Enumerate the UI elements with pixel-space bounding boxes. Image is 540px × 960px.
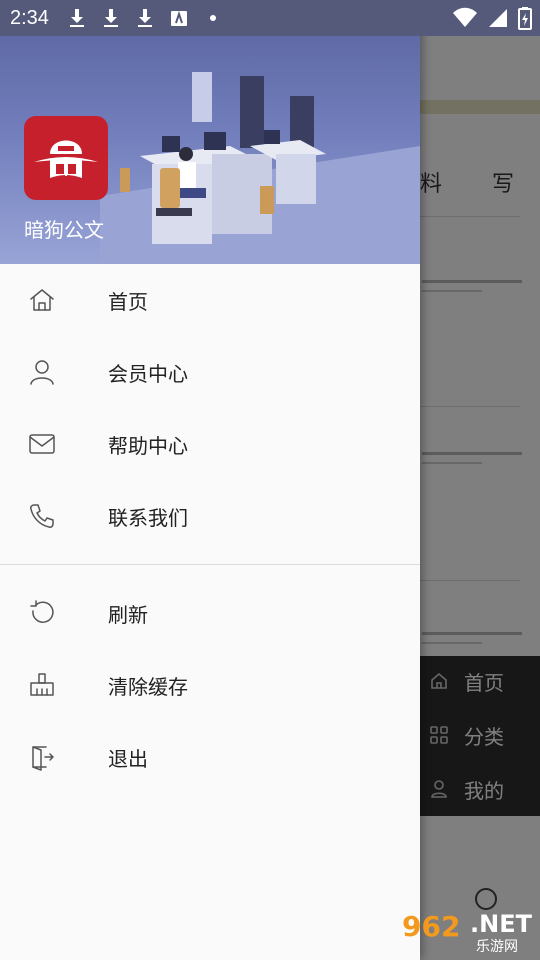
drawer-header: 暗狗公文 bbox=[0, 36, 420, 264]
mail-icon bbox=[28, 430, 56, 458]
watermark-chinese: 乐游网 bbox=[476, 939, 518, 955]
menu-item-membership[interactable]: 会员中心 bbox=[0, 336, 420, 408]
home-icon bbox=[28, 286, 56, 314]
signal-icon bbox=[489, 9, 507, 27]
watermark-suffix: .NET bbox=[470, 910, 532, 938]
menu-item-label: 会员中心 bbox=[108, 361, 188, 386]
app-logo bbox=[24, 116, 108, 200]
watermark-number: 962 bbox=[402, 910, 461, 943]
refresh-icon bbox=[28, 599, 56, 627]
office-illustration bbox=[100, 72, 420, 264]
exit-icon bbox=[28, 743, 56, 771]
broom-icon bbox=[28, 671, 56, 699]
status-time: 2:34 bbox=[10, 6, 49, 29]
status-bar: 2:34 bbox=[0, 0, 540, 36]
a-badge-icon bbox=[169, 7, 189, 29]
menu-item-contact[interactable]: 联系我们 bbox=[0, 480, 420, 552]
menu-item-label: 退出 bbox=[108, 746, 148, 771]
menu-item-label: 联系我们 bbox=[108, 505, 188, 530]
menu-item-home[interactable]: 首页 bbox=[0, 264, 420, 336]
menu-item-clear-cache[interactable]: 清除缓存 bbox=[0, 649, 420, 721]
menu-item-label: 首页 bbox=[108, 289, 148, 314]
user-icon bbox=[28, 358, 56, 386]
dot-icon bbox=[203, 7, 223, 29]
site-watermark: 962 .NET 乐游网 bbox=[402, 910, 538, 956]
menu-item-label: 刷新 bbox=[108, 602, 148, 627]
app-name: 暗狗公文 bbox=[24, 218, 104, 242]
menu-item-label: 清除缓存 bbox=[108, 674, 188, 699]
download-icon bbox=[67, 7, 87, 29]
download-icon bbox=[135, 7, 155, 29]
menu-item-help[interactable]: 帮助中心 bbox=[0, 408, 420, 480]
battery-icon bbox=[518, 7, 532, 30]
download-icon bbox=[101, 7, 121, 29]
menu-divider bbox=[0, 564, 420, 565]
menu-item-exit[interactable]: 退出 bbox=[0, 721, 420, 793]
menu-item-refresh[interactable]: 刷新 bbox=[0, 577, 420, 649]
drawer-menu: 首页 会员中心 帮助中心 联系我们 刷新 清除缓存 退出 bbox=[0, 264, 420, 793]
wifi-icon bbox=[453, 7, 477, 27]
navigation-drawer: 暗狗公文 首页 会员中心 帮助中心 联系我们 刷新 清除缓存 退出 bbox=[0, 0, 420, 960]
menu-item-label: 帮助中心 bbox=[108, 433, 188, 458]
phone-icon bbox=[28, 502, 56, 530]
